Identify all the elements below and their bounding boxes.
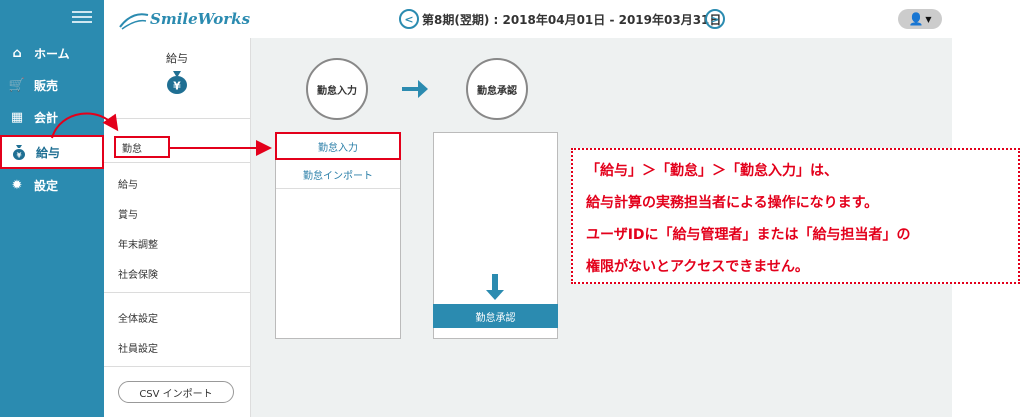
sidebar-item-settings[interactable]: ✹ 設定 <box>0 170 104 200</box>
moneybag-icon: ¥ <box>167 71 187 94</box>
callout-text: 権限がないとアクセスできません。 <box>586 259 809 275</box>
flow-step-kintai-approval: 勤怠承認 <box>466 58 528 120</box>
period-label: 第8期(翌期) : 2018年04月01日 - 2019年03月31日 <box>422 13 722 27</box>
menu-icon[interactable] <box>72 8 92 24</box>
arrow-down-icon <box>486 274 504 300</box>
flow-step-kintai-input: 勤怠入力 <box>306 58 368 120</box>
kintai-approval-button[interactable]: 勤怠承認 <box>433 304 558 328</box>
submenu-item-shakai[interactable]: 社会保険 <box>118 266 158 281</box>
divider <box>104 162 250 163</box>
user-menu-button[interactable]: 👤 ▼ <box>898 9 942 29</box>
user-icon: 👤 <box>908 12 924 26</box>
sidebar-item-salary[interactable]: ¥ 給与 <box>0 135 104 169</box>
submenu-item-kyuyo[interactable]: 給与 <box>118 176 138 191</box>
sidebar-item-sales[interactable]: 🛒 販売 <box>0 70 104 100</box>
next-period-button[interactable]: > <box>705 9 725 29</box>
callout-text: 「給与」＞「勤怠」＞「勤怠入力」は、 <box>586 163 838 179</box>
submenu-item-zentai[interactable]: 全体設定 <box>118 310 158 325</box>
cart-icon: 🛒 <box>8 77 26 93</box>
sidebar-item-label: ホーム <box>34 46 70 61</box>
sidebar-item-label: 設定 <box>34 178 59 193</box>
divider <box>104 118 250 119</box>
submenu-item-shoyo[interactable]: 賞与 <box>118 206 138 221</box>
flow-step-label: 勤怠入力 <box>317 85 357 97</box>
chevron-right-icon: > <box>710 12 720 26</box>
prev-period-button[interactable]: < <box>399 9 419 29</box>
arrow-right-icon <box>402 80 428 98</box>
kintai-input-link[interactable]: 勤怠入力 <box>275 132 401 160</box>
callout-text: ユーザIDに「給与管理者」または「給与担当者」の <box>586 227 911 243</box>
sidebar-item-label: 販売 <box>34 78 59 93</box>
caret-down-icon: ▼ <box>925 14 932 24</box>
divider <box>104 292 250 293</box>
submenu-item-kintai[interactable]: 勤怠 <box>114 136 170 158</box>
sidebar-item-accounting[interactable]: ▦ 会計 <box>0 102 104 132</box>
submenu-item-nenmatsu[interactable]: 年末調整 <box>118 236 158 251</box>
submenu-title: 給与 <box>166 52 188 65</box>
home-icon: ⌂ <box>12 45 22 61</box>
flow-step-label: 勤怠承認 <box>477 85 517 97</box>
csv-import-button[interactable]: CSV インポート <box>118 381 234 403</box>
sidebar-item-label: 会計 <box>34 110 59 125</box>
calculator-icon: ▦ <box>10 109 24 125</box>
svg-text:¥: ¥ <box>173 80 181 93</box>
sidebar-item-label: 給与 <box>36 145 61 160</box>
submenu-item-shain[interactable]: 社員設定 <box>118 340 158 355</box>
chevron-left-icon: < <box>404 12 414 26</box>
gear-icon: ✹ <box>11 177 23 193</box>
logo-text: SmileWorks <box>150 10 251 28</box>
divider <box>104 366 250 367</box>
moneybag-icon: ¥ <box>8 144 30 160</box>
callout-text: 給与計算の実務担当者による操作になります。 <box>586 195 879 211</box>
sidebar-item-home[interactable]: ⌂ ホーム <box>0 38 104 68</box>
kintai-import-link[interactable]: 勤怠インポート <box>276 160 400 189</box>
submenu-panel <box>104 38 251 417</box>
svg-text:¥: ¥ <box>17 152 22 160</box>
